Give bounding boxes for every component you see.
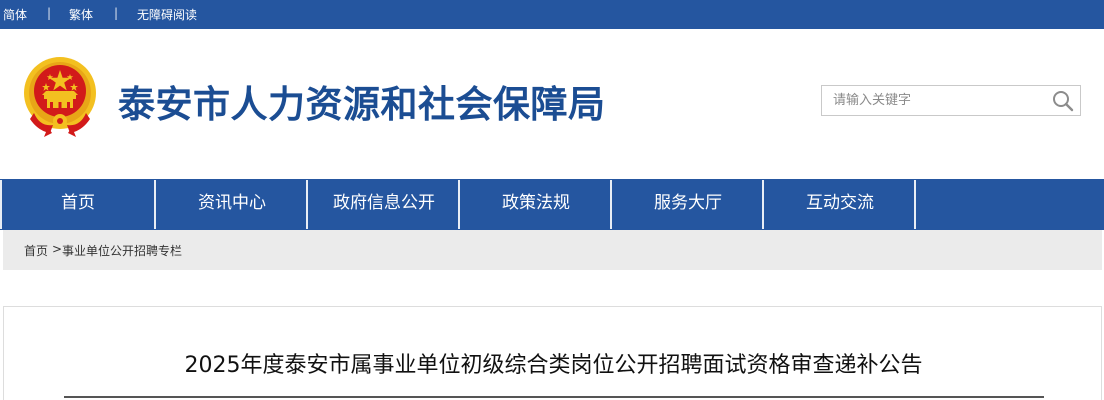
nav-item-news-center[interactable]: 资讯中心 xyxy=(156,179,308,230)
search-input[interactable] xyxy=(822,86,1047,115)
breadcrumb-current[interactable]: 事业单位公开招聘专栏 xyxy=(62,242,182,259)
breadcrumb-separator: > xyxy=(52,242,63,256)
simplified-chinese-link[interactable]: 简体 xyxy=(3,6,27,23)
nav-item-gov-info[interactable]: 政府信息公开 xyxy=(308,179,460,230)
national-emblem-icon[interactable] xyxy=(20,55,100,139)
topbar-separator: | xyxy=(114,6,119,20)
nav-item-policies[interactable]: 政策法规 xyxy=(460,179,612,230)
nav-item-home[interactable]: 首页 xyxy=(2,179,154,230)
top-utility-bar: 简体 | 繁体 | 无障碍阅读 xyxy=(0,0,1104,29)
article-panel: 2025年度泰安市属事业单位初级综合类岗位公开招聘面试资格审查递补公告 xyxy=(3,306,1102,400)
article-title: 2025年度泰安市属事业单位初级综合类岗位公开招聘面试资格审查递补公告 xyxy=(184,353,923,378)
traditional-chinese-link[interactable]: 繁体 xyxy=(69,6,93,23)
accessibility-link[interactable]: 无障碍阅读 xyxy=(137,6,197,23)
magnifier-icon[interactable] xyxy=(1052,90,1074,112)
search-box xyxy=(821,85,1081,116)
nav-divider xyxy=(914,180,916,229)
nav-item-service-hall[interactable]: 服务大厅 xyxy=(612,179,764,230)
nav-item-interaction[interactable]: 互动交流 xyxy=(764,179,916,230)
title-divider xyxy=(64,396,1044,398)
breadcrumb-home-link[interactable]: 首页 xyxy=(24,242,48,259)
breadcrumb: 首页 > 事业单位公开招聘专栏 xyxy=(3,230,1102,270)
site-title[interactable]: 泰安市人力资源和社会保障局 xyxy=(118,74,606,128)
main-nav: 首页 资讯中心 政府信息公开 政策法规 服务大厅 互动交流 xyxy=(0,179,1104,230)
topbar-separator: | xyxy=(47,6,52,20)
